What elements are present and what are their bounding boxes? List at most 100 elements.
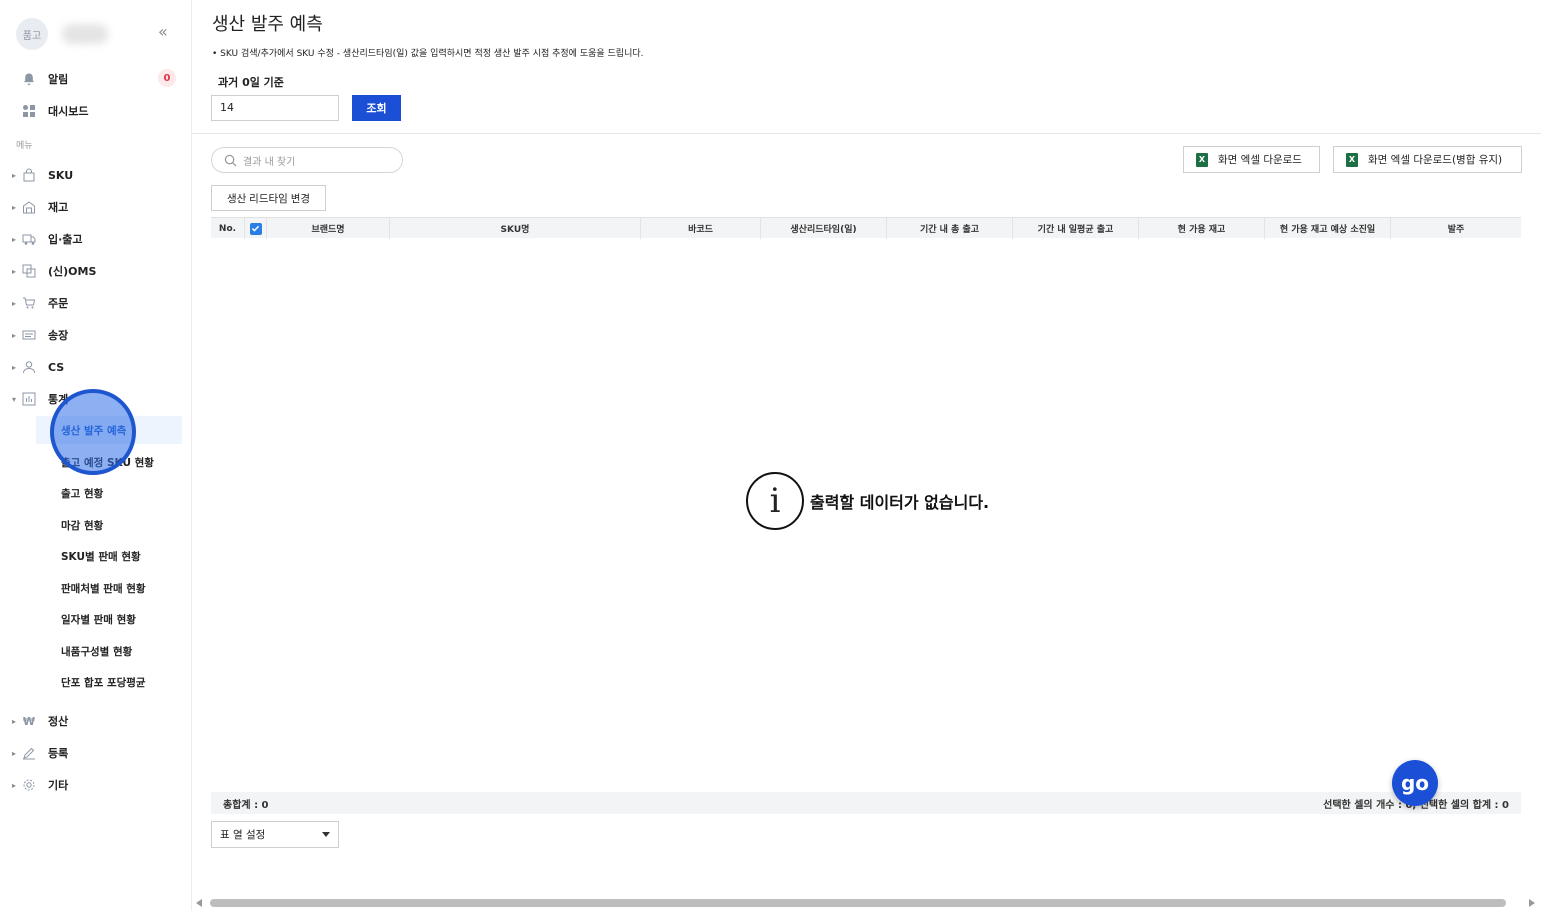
excel-icon: X bbox=[1346, 152, 1358, 167]
truck-icon bbox=[20, 232, 38, 246]
expand-arrow-icon: ▸ bbox=[11, 748, 16, 758]
horizontal-scrollbar[interactable] bbox=[192, 896, 1541, 911]
main-content: 생산 발주 예측 • SKU 검색/추가에서 SKU 수정 - 생산리드타임(일… bbox=[192, 0, 1541, 911]
bell-icon bbox=[20, 72, 38, 86]
sidebar-subitem-vendor-sales[interactable]: 판매처별 판매 현황 bbox=[36, 574, 182, 602]
sidebar-item-oms[interactable]: ▸ (신)OMS bbox=[0, 259, 192, 283]
result-search-input[interactable]: 결과 내 찾기 bbox=[211, 147, 403, 173]
gear-icon bbox=[20, 778, 38, 792]
expand-arrow-icon: ▸ bbox=[11, 234, 16, 244]
sidebar-item-label: 재고 bbox=[48, 201, 69, 214]
collapse-arrow-icon: ▾ bbox=[11, 394, 16, 404]
search-icon bbox=[224, 154, 237, 166]
scroll-left-icon[interactable] bbox=[196, 899, 202, 907]
days-input[interactable]: 14 bbox=[211, 95, 339, 121]
sidebar-item-notifications[interactable]: 알림 0 bbox=[0, 67, 192, 91]
empty-message: 출력할 데이터가 없습니다. bbox=[810, 493, 990, 512]
sidebar-subitem-closing-status[interactable]: 마감 현황 bbox=[36, 511, 182, 539]
result-search-placeholder: 결과 내 찾기 bbox=[243, 156, 296, 168]
sidebar-item-label: 기타 bbox=[48, 779, 69, 792]
sidebar-subitem-sku-sales[interactable]: SKU별 판매 현황 bbox=[36, 542, 182, 570]
column-header-no[interactable]: No. bbox=[211, 218, 245, 239]
chevron-down-icon bbox=[322, 832, 330, 837]
avatar[interactable]: 품고 bbox=[16, 18, 48, 50]
expand-arrow-icon: ▸ bbox=[11, 330, 16, 340]
sidebar-item-invoice[interactable]: ▸ 송장 bbox=[0, 323, 192, 347]
pencil-icon bbox=[20, 746, 38, 760]
column-settings-select[interactable]: 표 열 설정 bbox=[211, 821, 339, 848]
sidebar-subitem-daily-sales[interactable]: 일자별 판매 현황 bbox=[36, 605, 182, 633]
sidebar-item-label: 대시보드 bbox=[48, 105, 89, 118]
column-header-leadtime[interactable]: 생산리드타임(일) bbox=[761, 218, 887, 239]
sidebar-item-etc[interactable]: ▸ 기타 bbox=[0, 773, 192, 797]
period-label: 과거 0일 기준 bbox=[218, 76, 284, 89]
sidebar-subitem-composition-status[interactable]: 내품구성별 현황 bbox=[36, 637, 182, 665]
column-header-available-stock[interactable]: 현 가용 재고 bbox=[1139, 218, 1265, 239]
change-leadtime-button[interactable]: 생산 리드타임 변경 bbox=[211, 185, 326, 211]
excel-download-merged-button[interactable]: X 화면 엑셀 다운로드(병합 유지) bbox=[1333, 146, 1522, 173]
column-header-depletion-date[interactable]: 현 가용 재고 예상 소진일 bbox=[1265, 218, 1391, 239]
sidebar-item-sku[interactable]: ▸ SKU bbox=[0, 163, 192, 187]
sidebar-subitem-outbound-sku-status[interactable]: 출고 예정 SKU 현황 bbox=[36, 448, 182, 476]
sidebar-item-label: SKU bbox=[48, 168, 74, 182]
excel-icon: X bbox=[1196, 152, 1208, 167]
warehouse-icon bbox=[20, 200, 38, 214]
sidebar-item-orders[interactable]: ▸ 주문 bbox=[0, 291, 192, 315]
select-all-checkbox-cell[interactable] bbox=[245, 218, 267, 239]
sidebar-subitem-package-average[interactable]: 단포 합포 포당평균 bbox=[36, 668, 182, 696]
excel-download-merged-label: 화면 엑셀 다운로드(병합 유지) bbox=[1368, 154, 1503, 166]
sidebar-item-label: 주문 bbox=[48, 297, 69, 310]
sidebar-item-label: 정산 bbox=[48, 715, 69, 728]
sidebar-header: 품고 « bbox=[16, 18, 186, 50]
sidebar-item-label: 통계 bbox=[48, 393, 69, 406]
expand-arrow-icon: ▸ bbox=[11, 202, 16, 212]
column-header-sku-name[interactable]: SKU명 bbox=[390, 218, 641, 239]
sidebar-subitem-outbound-status[interactable]: 출고 현황 bbox=[36, 479, 182, 507]
scroll-right-icon[interactable] bbox=[1529, 899, 1535, 907]
select-all-checkbox[interactable] bbox=[249, 222, 262, 235]
sidebar-item-label: (신)OMS bbox=[48, 265, 97, 278]
column-header-total-outbound[interactable]: 기간 내 총 출고 bbox=[887, 218, 1013, 239]
sidebar-item-label: 송장 bbox=[48, 329, 69, 342]
sidebar-item-label: CS bbox=[48, 360, 65, 374]
cart-icon bbox=[20, 296, 38, 310]
check-icon bbox=[251, 225, 260, 232]
menu-section-label: 메뉴 bbox=[16, 141, 33, 151]
sidebar-item-label: 입·출고 bbox=[48, 233, 83, 246]
excel-download-label: 화면 엑셀 다운로드 bbox=[1218, 154, 1302, 166]
grid-footer: 총합계 : 0 선택한 셀의 개수 : 0, 선택한 셀의 합계 : 0 bbox=[211, 792, 1521, 814]
info-icon: i bbox=[746, 472, 804, 530]
sidebar-item-cs[interactable]: ▸ CS bbox=[0, 355, 192, 379]
grid-header: No. 브랜드명 SKU명 바코드 생산리드타임(일) 기간 내 총 출고 기간… bbox=[211, 217, 1521, 239]
excel-download-button[interactable]: X 화면 엑셀 다운로드 bbox=[1183, 146, 1320, 173]
sidebar: 품고 « 알림 0 대시보드 메뉴 ▸ SKU ▸ 재고 ▸ 입·출고 ▸ (신… bbox=[0, 0, 192, 911]
chart-icon bbox=[20, 392, 38, 406]
sidebar-item-dashboard[interactable]: 대시보드 bbox=[0, 99, 192, 123]
sidebar-item-statistics[interactable]: ▾ 통계 bbox=[0, 387, 192, 411]
column-settings-label: 표 열 설정 bbox=[220, 829, 266, 841]
sidebar-item-inventory[interactable]: ▸ 재고 bbox=[0, 195, 192, 219]
invoice-icon bbox=[20, 328, 38, 342]
sidebar-subitem-production-forecast[interactable]: 생산 발주 예측 bbox=[36, 416, 182, 444]
sidebar-item-register[interactable]: ▸ 등록 bbox=[0, 741, 192, 765]
person-icon bbox=[20, 360, 38, 374]
column-header-brand[interactable]: 브랜드명 bbox=[267, 218, 390, 239]
expand-arrow-icon: ▸ bbox=[11, 780, 16, 790]
column-header-daily-avg-outbound[interactable]: 기간 내 일평균 출고 bbox=[1013, 218, 1139, 239]
sidebar-item-label: 등록 bbox=[48, 747, 69, 760]
sidebar-item-inbound-outbound[interactable]: ▸ 입·출고 bbox=[0, 227, 192, 251]
notification-count-badge: 0 bbox=[158, 69, 176, 87]
column-header-order[interactable]: 발주 bbox=[1391, 218, 1521, 239]
user-name-blurred bbox=[62, 24, 108, 44]
oms-icon bbox=[20, 264, 38, 278]
search-button[interactable]: 조회 bbox=[352, 95, 401, 121]
expand-arrow-icon: ▸ bbox=[11, 170, 16, 180]
sidebar-item-settlement[interactable]: ▸ ₩ 정산 bbox=[0, 709, 192, 733]
collapse-sidebar-icon[interactable]: « bbox=[158, 22, 168, 41]
scrollbar-thumb[interactable] bbox=[210, 899, 1506, 907]
divider bbox=[192, 133, 1541, 134]
column-header-barcode[interactable]: 바코드 bbox=[641, 218, 761, 239]
expand-arrow-icon: ▸ bbox=[11, 298, 16, 308]
total-sum: 총합계 : 0 bbox=[223, 799, 269, 811]
go-chat-button[interactable]: go bbox=[1392, 760, 1438, 806]
